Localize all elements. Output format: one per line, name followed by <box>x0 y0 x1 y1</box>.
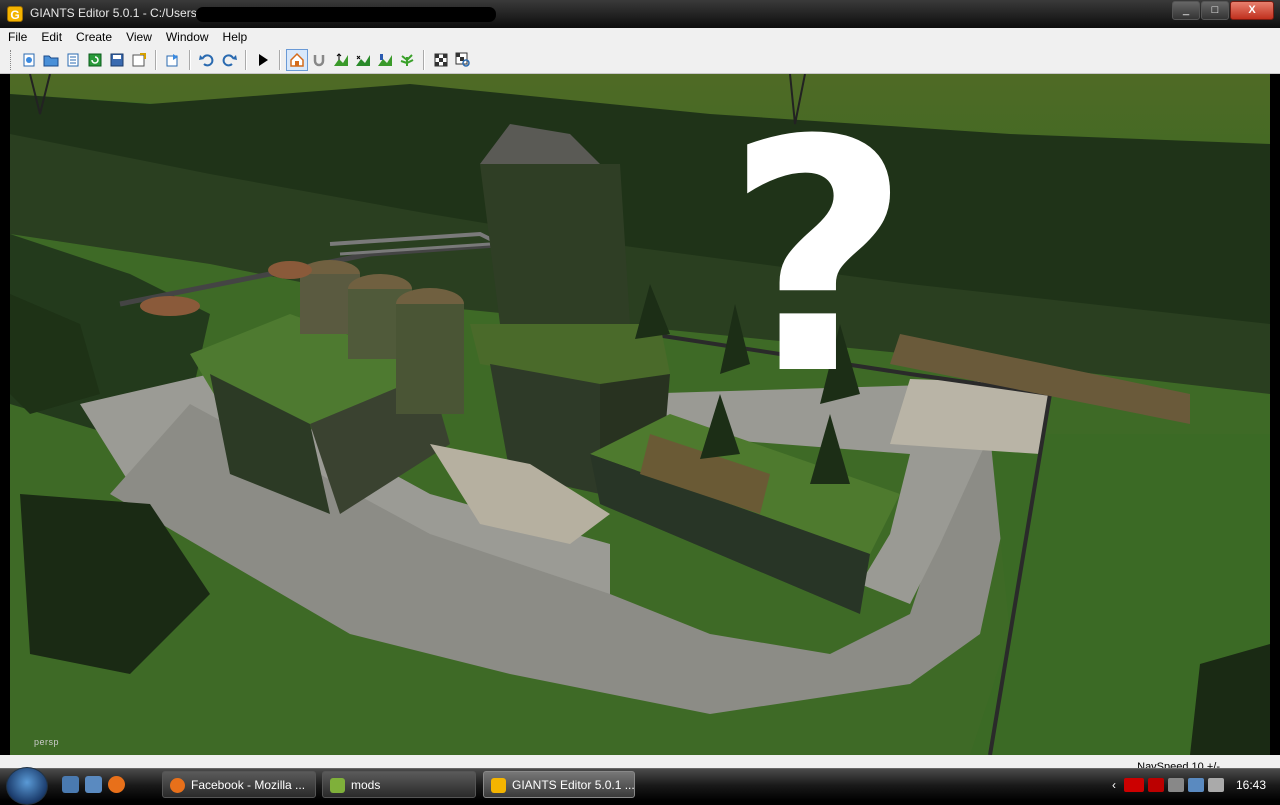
toolbar <box>0 47 1280 74</box>
export-icon[interactable] <box>128 49 150 71</box>
question-mark-overlay: ? <box>725 74 911 445</box>
clock[interactable]: 16:43 <box>1236 778 1266 792</box>
giants-app-icon <box>491 778 506 793</box>
task-label: Facebook - Mozilla ... <box>191 778 306 792</box>
menu-create[interactable]: Create <box>68 28 118 47</box>
network-icon[interactable] <box>1187 778 1204 792</box>
menu-view[interactable]: View <box>118 28 158 47</box>
ati-icon[interactable] <box>1123 778 1144 792</box>
usb-icon[interactable] <box>1167 778 1184 792</box>
window-controls: _ □ X <box>1171 1 1274 20</box>
status-bar: NavSpeed 10 +/- <box>0 755 1280 773</box>
foliage-icon[interactable] <box>396 49 418 71</box>
chevron-left-icon[interactable]: ‹ <box>1112 778 1120 792</box>
show-desktop-icon[interactable] <box>62 776 79 793</box>
menu-file[interactable]: File <box>0 28 33 47</box>
quick-launch <box>62 776 125 793</box>
switch-windows-icon[interactable] <box>85 776 102 793</box>
scene-render <box>10 74 1270 755</box>
camera-label: persp <box>34 737 60 747</box>
refresh-icon[interactable] <box>84 49 106 71</box>
menu-bar: File Edit Create View Window Help <box>0 28 1280 47</box>
play-icon[interactable] <box>252 49 274 71</box>
menu-help[interactable]: Help <box>215 28 254 47</box>
close-button[interactable]: X <box>1230 1 1274 20</box>
toolbar-separator <box>155 50 157 70</box>
acrobat-icon[interactable] <box>1147 778 1164 792</box>
redacted-path <box>196 7 496 22</box>
toolbar-separator <box>279 50 281 70</box>
save-icon[interactable] <box>106 49 128 71</box>
task-label: GIANTS Editor 5.0.1 ... <box>512 778 635 792</box>
redo-icon[interactable] <box>218 49 240 71</box>
terrain-paint-icon[interactable] <box>374 49 396 71</box>
volume-icon[interactable] <box>1207 778 1224 792</box>
folder-icon <box>330 778 345 793</box>
properties-icon[interactable] <box>62 49 84 71</box>
menu-edit[interactable]: Edit <box>33 28 68 47</box>
title-bar: G GIANTS Editor 5.0.1 - C:/Users/ _ □ X <box>0 0 1280 29</box>
firefox-icon[interactable] <box>108 776 125 793</box>
toolbar-grip[interactable] <box>10 50 14 70</box>
import-icon[interactable] <box>162 49 184 71</box>
system-tray: ‹ 16:43 <box>1112 769 1280 801</box>
maximize-button[interactable]: □ <box>1201 1 1229 20</box>
checker-icon[interactable] <box>430 49 452 71</box>
task-label: mods <box>351 778 381 792</box>
window-title: GIANTS Editor 5.0.1 - C:/Users/ <box>30 6 201 20</box>
open-icon[interactable] <box>40 49 62 71</box>
terrain-smooth-icon[interactable] <box>352 49 374 71</box>
taskbar: Facebook - Mozilla ... mods GIANTS Edito… <box>0 767 1280 805</box>
new-icon[interactable] <box>18 49 40 71</box>
task-mods-folder[interactable]: mods <box>322 771 476 798</box>
toolbar-separator <box>423 50 425 70</box>
toolbar-separator <box>189 50 191 70</box>
menu-window[interactable]: Window <box>158 28 215 47</box>
terrain-raise-icon[interactable] <box>330 49 352 71</box>
home-icon[interactable] <box>286 49 308 71</box>
3d-viewport[interactable]: ? persp <box>10 74 1270 755</box>
minimize-button[interactable]: _ <box>1172 1 1200 20</box>
undo-icon[interactable] <box>196 49 218 71</box>
start-button[interactable] <box>6 767 48 805</box>
task-giants-editor[interactable]: GIANTS Editor 5.0.1 ... <box>483 771 635 798</box>
task-firefox[interactable]: Facebook - Mozilla ... <box>162 771 316 798</box>
firefox-icon <box>170 778 185 793</box>
giants-app-icon[interactable]: G <box>7 6 23 22</box>
checker-zoom-icon[interactable] <box>452 49 474 71</box>
magnet-icon[interactable] <box>308 49 330 71</box>
toolbar-separator <box>245 50 247 70</box>
